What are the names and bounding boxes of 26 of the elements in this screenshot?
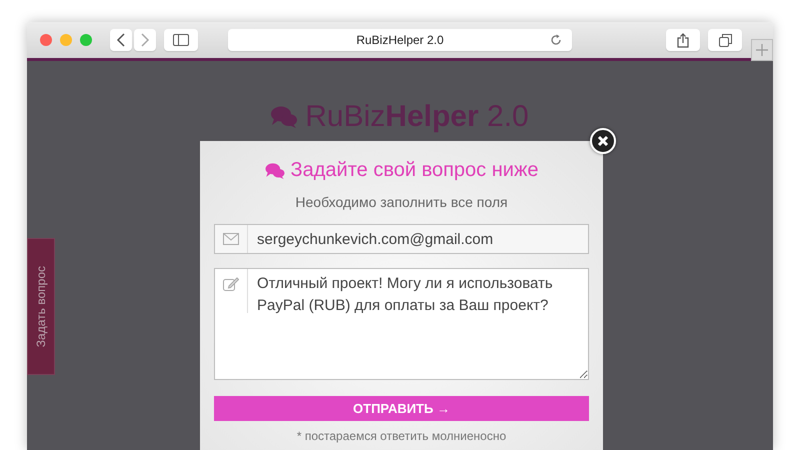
chat-bubbles-icon	[271, 106, 298, 128]
submit-button[interactable]: ОТПРАВИТЬ →	[214, 396, 589, 421]
email-input[interactable]: sergeychunkevich.com@gmail.com	[248, 225, 588, 253]
ask-question-tab[interactable]: Задать вопрос	[27, 238, 55, 375]
page-title: RuBizHelper 2.0	[356, 33, 444, 47]
back-button[interactable]	[110, 29, 132, 51]
sidebar-icon	[173, 34, 189, 46]
share-button[interactable]	[666, 29, 700, 51]
email-field[interactable]: sergeychunkevich.com@gmail.com	[214, 224, 589, 254]
chevron-right-icon	[140, 33, 150, 47]
share-icon	[677, 32, 689, 48]
address-bar[interactable]: RuBizHelper 2.0	[228, 29, 572, 51]
close-window-button[interactable]	[40, 34, 52, 46]
dialog-subtitle: Необходимо заполнить все поля	[295, 194, 508, 210]
response-note: * постараемся ответить молниеносно	[296, 429, 506, 443]
edit-icon	[223, 277, 239, 292]
dialog-title: Задайте свой вопрос ниже	[290, 159, 538, 182]
close-icon[interactable]	[590, 128, 616, 154]
chat-bubbles-icon	[264, 162, 285, 178]
plus-icon	[756, 44, 768, 56]
reload-icon[interactable]	[550, 34, 562, 46]
envelope-icon	[223, 233, 239, 245]
tabs-button[interactable]	[708, 29, 742, 51]
sidebar-button[interactable]	[164, 29, 198, 51]
chevron-left-icon	[116, 33, 126, 47]
tabs-icon	[718, 34, 732, 46]
